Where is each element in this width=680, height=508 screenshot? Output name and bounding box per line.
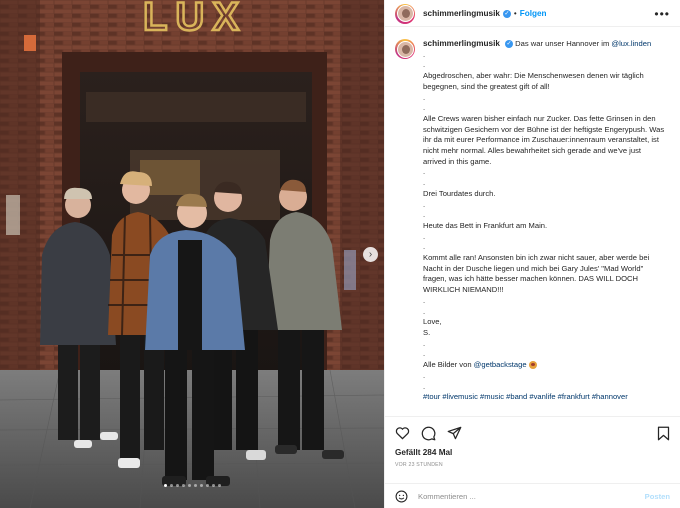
bookmark-icon[interactable] — [657, 426, 670, 441]
chevron-right-icon: › — [368, 248, 373, 260]
icon-row — [395, 424, 670, 442]
post-photo[interactable]: LUX › — [0, 0, 384, 508]
like-count[interactable]: Gefällt 284 Mal — [395, 448, 670, 457]
post-panel: schimmerlingmusik ✓ • Folgen ••• schimme… — [384, 0, 680, 508]
caption-line: . — [423, 103, 426, 113]
mention-getbackstage-link[interactable]: @getbackstage — [474, 360, 527, 369]
lux-sign: LUX — [143, 0, 247, 39]
caption-intro: Das war unser Hannover im — [515, 39, 610, 48]
header-separator: • — [513, 9, 517, 18]
post-time[interactable]: VOR 23 STUNDEN — [395, 462, 670, 468]
follow-button[interactable]: Folgen — [520, 9, 547, 18]
caption-line: . — [423, 306, 426, 316]
carousel-dot — [211, 484, 215, 487]
caption-line: . — [423, 295, 426, 305]
caption-body: schimmerlingmusik ✓ Das war unser Hannov… — [423, 39, 666, 403]
comment-box: Posten — [385, 483, 680, 508]
carousel-dot — [169, 484, 173, 487]
caption-line: . — [423, 167, 426, 177]
carousel-dot — [187, 484, 191, 487]
more-options-icon[interactable]: ••• — [654, 8, 670, 20]
verified-icon: ✓ — [505, 40, 514, 48]
post-modal: LUX › schimmerlingmusik ✓ • Folgen ••• s… — [0, 0, 680, 508]
caption-line: . — [423, 60, 426, 70]
caption-text: .. Abgedroschen, aber wahr: Die Menschenw… — [423, 50, 666, 360]
carousel-dot — [217, 484, 221, 487]
caption-line: . — [423, 381, 426, 391]
caption-line: Heute das Bett in Frankfurt am Main. — [423, 220, 548, 230]
caption-line: Drei Tourdates durch. — [423, 188, 496, 198]
carousel-dot — [193, 484, 197, 487]
caption-line: Love, — [423, 317, 442, 327]
carousel-dot — [175, 484, 179, 487]
band-photo: LUX — [0, 0, 384, 508]
caption-line: Abgedroschen, aber wahr: Die Menschenwes… — [423, 71, 644, 91]
caption-line: . — [423, 338, 426, 348]
caption-username[interactable]: schimmerlingmusik — [423, 39, 500, 48]
camera-emoji-icon — [528, 361, 537, 370]
next-slide-button[interactable]: › — [363, 247, 378, 262]
carousel-dot — [199, 484, 203, 487]
photo-credit-text: Alle Bilder von — [423, 360, 472, 370]
caption-line: . — [423, 242, 426, 252]
header-username[interactable]: schimmerlingmusik — [423, 9, 500, 18]
carousel-dot — [205, 484, 209, 487]
caption-line: . — [423, 231, 426, 241]
caption-line: . — [423, 92, 426, 102]
mention-lux-link[interactable]: @lux.linden — [611, 39, 651, 48]
caption-line: . — [423, 349, 426, 359]
post-comment-button[interactable]: Posten — [645, 492, 670, 501]
paper-plane-icon[interactable] — [447, 426, 462, 440]
post-header: schimmerlingmusik ✓ • Folgen ••• — [385, 1, 680, 27]
caption-trailing-dots: .. — [423, 371, 666, 392]
caption-line: Alle Crews waren bisher einfach nur Zuck… — [423, 113, 665, 166]
comment-input[interactable] — [418, 491, 645, 501]
carousel-dots — [0, 484, 384, 487]
verified-icon: ✓ — [502, 9, 511, 18]
action-bar: Gefällt 284 Mal VOR 23 STUNDEN Posten — [385, 416, 680, 508]
avatar[interactable] — [395, 3, 415, 24]
hashtags-link[interactable]: #tour #livemusic #music #band #vanlife #… — [423, 392, 666, 403]
caption-line: . — [423, 199, 426, 209]
caption-line: S. — [423, 327, 431, 337]
caption-line: . — [423, 370, 426, 380]
caption-line: Kommt alle ran! Ansonsten bin ich zwar n… — [423, 253, 650, 295]
caption: schimmerlingmusik ✓ Das war unser Hannov… — [395, 39, 670, 403]
caption-line: . — [423, 49, 426, 59]
heart-icon[interactable] — [395, 426, 410, 440]
comment-icon[interactable] — [421, 426, 436, 441]
carousel-dot — [181, 484, 185, 487]
smiley-icon[interactable] — [395, 490, 408, 503]
caption-line: . — [423, 178, 426, 188]
carousel-dot — [163, 484, 167, 487]
caption-line: . — [423, 210, 426, 220]
caption-avatar[interactable] — [395, 39, 415, 59]
comments-area[interactable]: schimmerlingmusik ✓ Das war unser Hannov… — [385, 27, 680, 416]
